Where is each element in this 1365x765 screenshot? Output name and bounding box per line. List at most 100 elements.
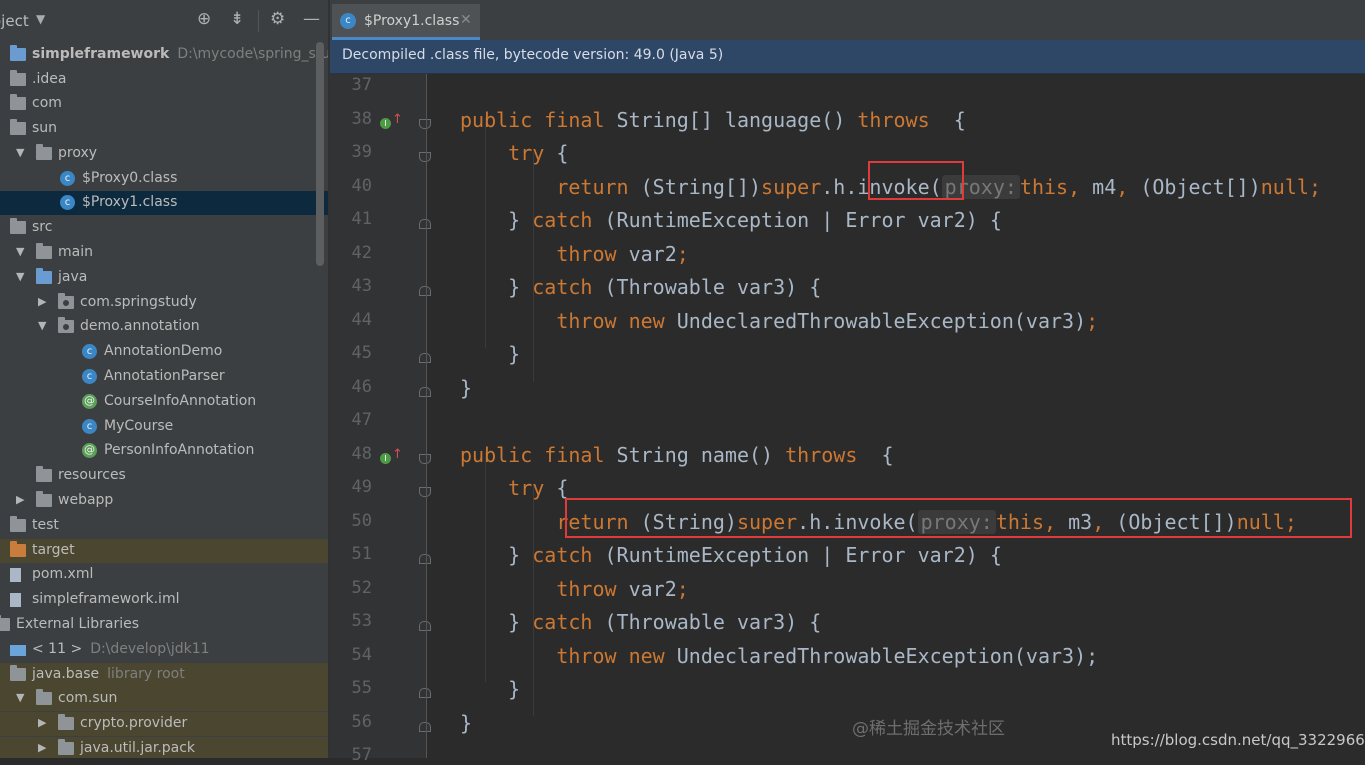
tree-item[interactable]: ▼sun — [0, 117, 328, 141]
chevron-down-icon[interactable]: ▼ — [16, 245, 24, 258]
class-file-icon: c — [340, 13, 356, 29]
chevron-right-icon[interactable]: ▶ — [38, 295, 46, 308]
fold-marker-icon[interactable] — [419, 554, 431, 564]
tree-item-label: simpleframeworkD:\mycode\spring_study\si… — [32, 46, 328, 62]
chevron-down-icon[interactable]: ▼ — [16, 691, 24, 704]
chevron-down-icon[interactable]: ▼ — [16, 270, 24, 283]
library-icon — [0, 615, 10, 631]
tree-item[interactable]: com — [0, 92, 328, 116]
gear-icon[interactable]: ⚙ — [270, 9, 285, 29]
tree-item[interactable]: ▶test — [0, 514, 328, 538]
tree-item[interactable]: c AnnotationParser — [0, 365, 328, 389]
tree-item[interactable]: ▶ webapp — [0, 489, 328, 513]
fold-marker-icon[interactable] — [419, 152, 431, 162]
close-icon[interactable]: ✕ — [460, 12, 472, 28]
tree-item[interactable]: ▼ main — [0, 241, 328, 265]
tree-item[interactable]: c $Proxy0.class — [0, 167, 328, 191]
chevron-right-icon[interactable]: ▶ — [38, 716, 46, 729]
hide-panel-icon[interactable]: — — [303, 9, 320, 29]
tree-item[interactable]: simpleframework.iml — [0, 588, 328, 612]
tree-item[interactable]: @ CourseInfoAnnotation — [0, 390, 328, 414]
line-number: 56 — [351, 711, 372, 732]
module-icon — [10, 45, 26, 61]
tree-item[interactable]: ▶ java.util.jar.pack — [0, 737, 328, 758]
code-line: } — [460, 677, 521, 701]
folder-icon — [10, 94, 26, 110]
tree-item-label: PersonInfoAnnotation — [104, 442, 255, 458]
tree-item[interactable]: target — [0, 539, 328, 563]
locate-icon[interactable]: ⊕ — [197, 9, 211, 29]
chevron-down-icon[interactable]: ▼ — [38, 319, 46, 332]
tree-item-label: main — [58, 244, 93, 260]
fold-marker-icon[interactable] — [419, 721, 431, 732]
code-line: } catch (RuntimeException | Error var2) … — [460, 208, 1002, 232]
folder-icon — [36, 466, 52, 482]
tree-item[interactable]: < 11 > D:\develop\jdk11 — [0, 638, 328, 662]
tree-item[interactable]: ▼ proxy — [0, 142, 328, 166]
tree-item[interactable]: src — [0, 216, 328, 240]
project-view-title[interactable]: oject — [0, 12, 29, 30]
fold-marker-icon[interactable] — [419, 219, 431, 229]
code-line: } — [460, 710, 473, 735]
fold-marker-icon[interactable] — [419, 453, 431, 464]
fold-marker-icon[interactable] — [419, 487, 431, 497]
tree-item-label: crypto.provider — [80, 715, 188, 731]
line-number: 42 — [351, 242, 372, 263]
indent-guide — [533, 486, 534, 716]
tree-item[interactable]: @ PersonInfoAnnotation — [0, 439, 328, 463]
chevron-right-icon[interactable]: ▶ — [38, 741, 46, 754]
tree-item[interactable]: ▼ java — [0, 266, 328, 290]
tree-item[interactable]: ▼java.baselibrary root — [0, 663, 328, 687]
overrides-arrow-icon[interactable]: ↑ — [392, 447, 403, 462]
code-line: throw new UndeclaredThrowableException(v… — [556, 643, 1099, 668]
line-number: 40 — [351, 175, 372, 196]
tree-item[interactable]: ▶ com.springstudy — [0, 291, 328, 315]
code-line: throw var2; — [556, 576, 689, 601]
fold-marker-icon[interactable] — [419, 286, 431, 296]
tree-item[interactable]: .idea — [0, 68, 328, 92]
chevron-right-icon[interactable]: ▶ — [16, 493, 24, 506]
tree-item-label: External Libraries — [16, 616, 139, 632]
file-icon — [10, 568, 21, 582]
project-scrollbar[interactable] — [316, 42, 324, 266]
implements-icon[interactable]: I — [380, 117, 391, 129]
highlight-box-return-line — [565, 498, 1352, 538]
tree-item-label: simpleframework.iml — [32, 591, 180, 607]
fold-marker-icon[interactable] — [419, 386, 431, 397]
tree-item-label: target — [32, 542, 75, 558]
tree-item-label: java.util.jar.pack — [80, 740, 196, 756]
collapse-all-icon[interactable]: ⇟ — [230, 9, 244, 29]
tree-item[interactable]: ▶ crypto.provider — [0, 712, 328, 736]
tree-item-label: com — [32, 95, 62, 111]
tree-item-label: com.springstudy — [80, 294, 197, 310]
tree-item-path: D:\mycode\spring_study\simp — [177, 46, 328, 62]
tree-item[interactable]: pom.xml — [0, 563, 328, 587]
chevron-down-icon[interactable]: ▼ — [16, 146, 24, 159]
tree-item[interactable]: c AnnotationDemo — [0, 340, 328, 364]
tree-item[interactable]: c $Proxy1.class — [0, 191, 328, 215]
line-number: 53 — [351, 611, 372, 631]
fold-marker-icon[interactable] — [419, 353, 431, 363]
editor-tab-bar: c $Proxy1.class ✕ — [330, 0, 1365, 40]
fold-marker-icon[interactable] — [419, 118, 431, 129]
tree-item[interactable]: External Libraries — [0, 613, 328, 637]
tree-item[interactable]: simpleframeworkD:\mycode\spring_study\si… — [0, 43, 328, 67]
fold-marker-icon[interactable] — [419, 621, 431, 631]
tree-item[interactable]: ▼ com.sun — [0, 687, 328, 711]
tree-item[interactable]: ▼ demo.annotation — [0, 315, 328, 339]
tree-item[interactable]: resources — [0, 464, 328, 488]
annotation-icon: @ — [82, 394, 97, 409]
implements-icon[interactable]: I — [380, 452, 391, 464]
chevron-down-icon[interactable]: ▼ — [36, 12, 45, 26]
fold-marker-icon[interactable] — [419, 688, 431, 698]
tree-item[interactable]: c MyCourse — [0, 415, 328, 439]
gutter-divider — [426, 74, 427, 758]
line-number: 57 — [351, 745, 372, 765]
jdk-icon — [10, 645, 26, 656]
tree-item-label: AnnotationParser — [104, 368, 225, 384]
highlight-box-invoke — [868, 161, 964, 200]
tab-proxy1-class[interactable]: c $Proxy1.class ✕ — [332, 4, 480, 40]
line-number: 37 — [351, 75, 372, 95]
tree-item-label: CourseInfoAnnotation — [104, 393, 257, 409]
overrides-arrow-icon[interactable]: ↑ — [392, 112, 403, 127]
